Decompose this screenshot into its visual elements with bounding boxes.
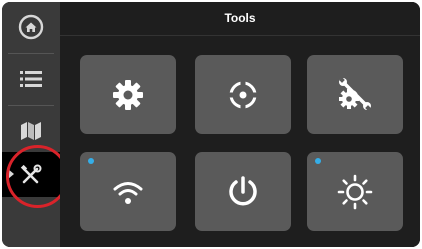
title-divider [60, 35, 420, 36]
wifi-icon [112, 178, 144, 206]
brightness-tile[interactable] [307, 152, 403, 231]
wrench-gear-icon [337, 77, 373, 112]
gps-target-icon [226, 78, 260, 112]
service-tile[interactable] [307, 55, 403, 134]
sidebar [2, 2, 60, 247]
power-icon [226, 175, 260, 209]
map-icon [20, 121, 42, 141]
list-icon [20, 70, 42, 88]
sidebar-item-home[interactable] [2, 2, 60, 52]
active-pointer [8, 169, 14, 179]
status-indicator-dot [88, 158, 94, 164]
sidebar-item-map[interactable] [2, 106, 60, 156]
gps-tile[interactable] [195, 55, 291, 134]
gear-icon [111, 78, 145, 112]
tools-icon [20, 164, 42, 186]
main-panel: Tools [60, 2, 420, 247]
sun-brightness-icon [337, 174, 373, 210]
settings-tile[interactable] [80, 55, 176, 134]
app-window: Tools [2, 2, 420, 247]
wifi-tile[interactable] [80, 152, 176, 231]
page-title: Tools [224, 11, 256, 25]
sidebar-item-list[interactable] [2, 54, 60, 104]
power-tile[interactable] [195, 152, 291, 231]
status-indicator-dot [315, 158, 321, 164]
home-icon [18, 14, 44, 40]
